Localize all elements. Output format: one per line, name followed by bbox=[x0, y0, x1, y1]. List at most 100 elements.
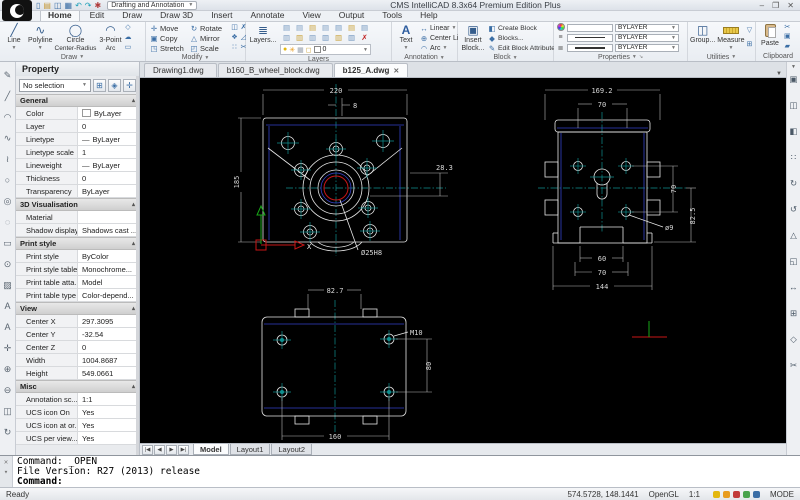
property-row[interactable]: Lineweight ByLayer bbox=[16, 159, 139, 172]
property-row[interactable]: Layer 0 bbox=[16, 120, 139, 133]
zoom-window-icon[interactable]: ◫ bbox=[3, 401, 12, 422]
property-row[interactable]: Linetype ByLayer bbox=[16, 133, 139, 146]
circle-button[interactable]: ◯ Circle Center-Radius bbox=[55, 23, 97, 53]
quick-select-icon[interactable]: ▽ bbox=[747, 26, 753, 35]
layer-merge-icon[interactable]: ▥ bbox=[345, 33, 358, 43]
front-dim-width[interactable]: 220 bbox=[330, 87, 343, 95]
mtext-icon[interactable]: A bbox=[4, 317, 10, 338]
scale-icon[interactable]: ◱ bbox=[789, 256, 797, 282]
quick-select-button[interactable]: ⊞ bbox=[93, 78, 106, 92]
side-dim-base[interactable]: 144 bbox=[596, 283, 609, 291]
layer-isolate-icon[interactable]: ▥ bbox=[280, 33, 293, 43]
modify-button[interactable]: ◰ Scale bbox=[188, 43, 228, 53]
stretch-icon[interactable]: ↔ bbox=[789, 282, 798, 308]
print-icon[interactable]: ▦ bbox=[65, 1, 73, 10]
lineweight-combo[interactable]: BYLAYER ▼ bbox=[615, 43, 679, 52]
document-tab[interactable]: b125_A.dwg ✕ bbox=[333, 63, 409, 77]
bottom-thread-label[interactable]: M10 bbox=[410, 329, 423, 337]
new-file-icon[interactable]: ▯ bbox=[36, 1, 40, 10]
offset-icon[interactable]: ◫ bbox=[230, 23, 239, 33]
front-dim-height[interactable]: 185 bbox=[233, 176, 241, 189]
layer-unlock-icon[interactable]: ▤ bbox=[345, 23, 358, 33]
modify-button[interactable]: ▣ Copy bbox=[148, 33, 188, 43]
lineweight-preview-box[interactable] bbox=[567, 43, 613, 52]
line-button[interactable]: ╱ Line ▼ bbox=[2, 23, 26, 52]
minimize-button[interactable]: – bbox=[760, 1, 764, 10]
layout-tab[interactable]: Model bbox=[193, 444, 229, 455]
arc-button[interactable]: ◠ 3-Point Arc bbox=[98, 23, 122, 53]
side-dim-width[interactable]: 169.2 bbox=[591, 87, 612, 95]
property-row[interactable]: Annotation sc... 1:1 bbox=[16, 393, 139, 406]
document-tab[interactable]: b160_B_wheel_block.dwg bbox=[217, 63, 333, 77]
property-row[interactable]: Material bbox=[16, 211, 139, 224]
group-icon[interactable]: ◫ bbox=[789, 100, 797, 126]
redo-icon[interactable]: ↷ bbox=[85, 1, 92, 10]
annotation-scale[interactable]: 1:1 bbox=[689, 490, 700, 499]
layer-walk-icon[interactable]: ▥ bbox=[332, 33, 345, 43]
close-button[interactable]: ✕ bbox=[787, 1, 794, 10]
trim-icon[interactable]: ✂ bbox=[790, 360, 797, 386]
cut-icon[interactable]: ✂ bbox=[784, 23, 791, 32]
layout-nav-button[interactable]: ▶ bbox=[166, 444, 177, 455]
snap-toggle-icon[interactable] bbox=[710, 490, 760, 499]
layers-button[interactable]: ≣ Layers... bbox=[248, 23, 278, 55]
layout-nav-button[interactable]: ◀ bbox=[154, 444, 165, 455]
workspace-switch-icon[interactable]: ✱ bbox=[95, 1, 102, 10]
command-prompt[interactable]: Command: bbox=[17, 477, 800, 487]
property-row[interactable]: Print style ByColor bbox=[16, 250, 139, 263]
renderer-label[interactable]: OpenGL bbox=[649, 490, 679, 499]
workspace-selector[interactable]: Drafting and Annotation ▼ bbox=[107, 0, 198, 10]
text-icon[interactable]: A bbox=[4, 296, 10, 317]
regen-icon[interactable]: ↻ bbox=[4, 422, 12, 443]
property-row[interactable]: Shadow display Shadows cast ... bbox=[16, 224, 139, 237]
color-combo[interactable]: BYLAYER ▼ bbox=[615, 23, 679, 32]
hatch-icon[interactable]: ▨ bbox=[3, 275, 12, 296]
match-properties-icon[interactable]: ▰ bbox=[784, 42, 791, 51]
block-item[interactable]: ✎ Edit Block Attributes bbox=[488, 43, 559, 53]
array-icon[interactable]: ∷ bbox=[791, 152, 796, 178]
pan-icon[interactable]: ✛ bbox=[4, 338, 12, 359]
explode-icon[interactable]: ◇ bbox=[790, 334, 797, 360]
layer-lock-icon[interactable]: ▤ bbox=[332, 23, 345, 33]
property-row[interactable]: Linetype scale 1 bbox=[16, 146, 139, 159]
align-icon[interactable]: ⊞ bbox=[790, 308, 797, 334]
open-icon[interactable]: ▤ bbox=[43, 1, 51, 10]
property-row[interactable]: Center Y -32.54 bbox=[16, 328, 139, 341]
tab-list-chevron-icon[interactable]: ▼ bbox=[772, 71, 786, 77]
close-tab-icon[interactable]: ✕ bbox=[393, 67, 399, 75]
property-row[interactable]: Height 549.0661 bbox=[16, 367, 139, 380]
block-item[interactable]: ◆ Blocks... bbox=[488, 33, 558, 43]
zoom-in-icon[interactable]: ⊕ bbox=[4, 359, 12, 380]
section-label-draw[interactable]: Draw ▼ bbox=[0, 53, 145, 61]
section-label-annotation[interactable]: Annotation ▼ bbox=[392, 54, 457, 61]
maximize-button[interactable]: ❐ bbox=[772, 1, 779, 10]
text-button[interactable]: A Text ▼ bbox=[394, 23, 418, 53]
bottom-dim-side[interactable]: 80 bbox=[425, 362, 433, 370]
bottom-dim-top[interactable]: 82.7 bbox=[327, 287, 344, 295]
property-row[interactable]: Color ByLayer bbox=[16, 107, 139, 120]
section-label-properties[interactable]: Properties ▼ ↘ bbox=[554, 53, 687, 61]
sketch-icon[interactable]: ✎ bbox=[4, 65, 12, 86]
side-dim-hole-h[interactable]: 70 bbox=[598, 101, 606, 109]
property-row[interactable]: Thickness 0 bbox=[16, 172, 139, 185]
spline-icon[interactable]: ∿ bbox=[4, 128, 12, 149]
group-button[interactable]: ◫ Group... bbox=[690, 23, 715, 52]
layer-delete-icon[interactable]: ✗ bbox=[358, 33, 371, 43]
select-objects-button[interactable]: ◈ bbox=[108, 78, 121, 92]
property-row[interactable]: Print table type Color-depend... bbox=[16, 289, 139, 302]
lock-icon[interactable]: ◧ bbox=[789, 126, 797, 152]
section-header-print-style[interactable]: Print style ▴ bbox=[16, 237, 139, 250]
front-dim-offset[interactable]: 8 bbox=[353, 102, 357, 110]
copy-clip-icon[interactable]: ▣ bbox=[784, 32, 791, 41]
donut-icon[interactable]: ◎ bbox=[4, 191, 12, 212]
section-header-3d-visualisation[interactable]: 3D Visualisation ▴ bbox=[16, 198, 139, 211]
explode-icon[interactable]: ❖ bbox=[230, 33, 239, 43]
layer-on-icon[interactable]: ▤ bbox=[280, 23, 293, 33]
section-label-block[interactable]: Block ▼ bbox=[458, 54, 553, 61]
layer-combo[interactable]: ● ✳ ▦ ◻ 0 ▼ bbox=[280, 44, 371, 55]
rectangle-icon[interactable]: ▭ bbox=[3, 233, 12, 254]
layout-tab[interactable]: Layout2 bbox=[271, 444, 313, 455]
ellipse-icon[interactable]: ◌ bbox=[5, 212, 10, 233]
side-dim-height[interactable]: 82.5 bbox=[689, 208, 697, 225]
revision-cloud-icon[interactable]: ☁ bbox=[124, 33, 131, 42]
